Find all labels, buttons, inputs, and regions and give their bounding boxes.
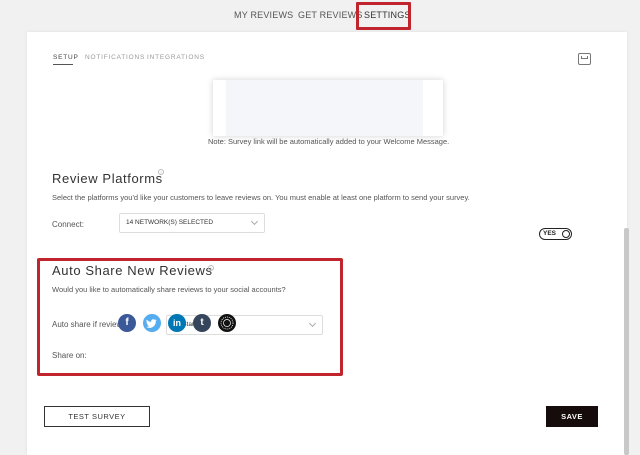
top-nav: MY REVIEWS GET REVIEWS SETTINGS bbox=[0, 0, 640, 32]
settings-card: SETUP NOTIFICATIONS INTEGRATIONS Note: S… bbox=[27, 32, 627, 455]
review-platforms-title: Review Platforms bbox=[52, 171, 163, 186]
test-survey-button[interactable]: TEST SURVEY bbox=[44, 406, 150, 427]
tab-get-reviews[interactable]: GET REVIEWS bbox=[298, 10, 363, 20]
chevron-down-icon bbox=[250, 217, 259, 226]
subtab-integrations[interactable]: INTEGRATIONS bbox=[147, 54, 205, 61]
subtab-active-indicator bbox=[53, 64, 73, 65]
survey-link-note: Note: Survey link will be automatically … bbox=[208, 137, 450, 146]
toggle-label: YES bbox=[543, 230, 557, 237]
info-icon[interactable]: ? bbox=[158, 169, 164, 175]
auto-share-toggle[interactable]: YES bbox=[539, 228, 572, 240]
connect-label: Connect: bbox=[52, 220, 85, 229]
tab-my-reviews[interactable]: MY REVIEWS bbox=[234, 10, 293, 20]
settings-highlight bbox=[356, 2, 411, 30]
scrollbar[interactable] bbox=[624, 228, 629, 455]
subtab-notifications[interactable]: NOTIFICATIONS bbox=[85, 54, 145, 61]
save-button[interactable]: SAVE bbox=[546, 406, 598, 427]
review-platforms-description: Select the platforms you'd like your cus… bbox=[52, 193, 470, 202]
networks-select[interactable]: 14 NETWORK(S) SELECTED bbox=[119, 213, 265, 233]
networks-select-value: 14 NETWORK(S) SELECTED bbox=[126, 219, 214, 226]
auto-share-highlight bbox=[37, 258, 343, 376]
subtab-setup[interactable]: SETUP bbox=[53, 54, 79, 61]
message-preview bbox=[226, 80, 423, 136]
floppy-disk-icon[interactable] bbox=[578, 53, 591, 65]
toggle-knob bbox=[562, 230, 570, 238]
